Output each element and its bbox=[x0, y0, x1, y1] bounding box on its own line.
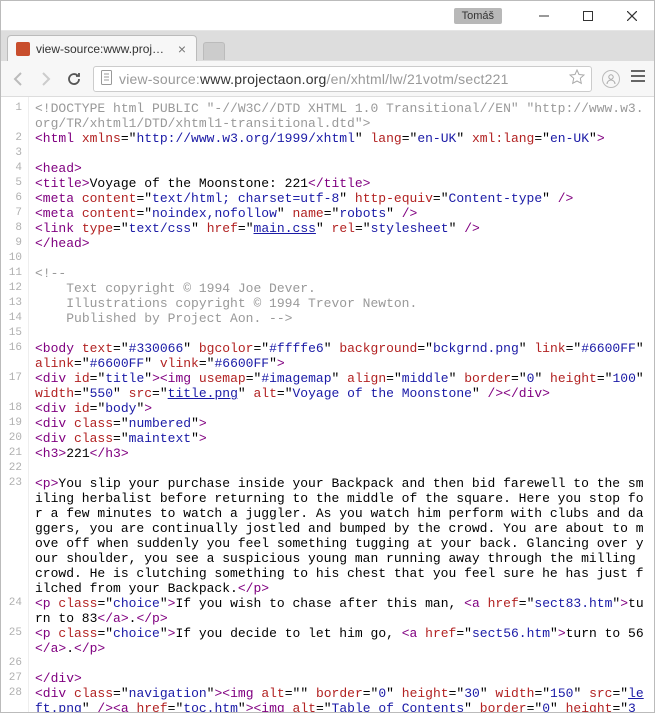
minimize-icon bbox=[539, 11, 549, 21]
line-number-gutter: 1234567891011121314151617181920212223242… bbox=[1, 97, 29, 712]
line-number: 12 bbox=[1, 281, 22, 296]
source-line[interactable]: <p class="choice">If you decide to let h… bbox=[35, 626, 648, 656]
line-number: 23 bbox=[1, 476, 22, 596]
source-line[interactable]: <div class="maintext"> bbox=[35, 431, 648, 446]
reload-button[interactable] bbox=[65, 70, 83, 88]
source-line[interactable] bbox=[35, 326, 648, 341]
line-number: 3 bbox=[1, 146, 22, 161]
tab-title: view-source:www.projecta bbox=[36, 42, 170, 56]
new-tab-button[interactable] bbox=[203, 42, 225, 60]
line-number: 5 bbox=[1, 176, 22, 191]
window-titlebar: Tomáš bbox=[1, 1, 654, 31]
tab-bar: view-source:www.projecta × bbox=[1, 31, 654, 61]
line-number: 6 bbox=[1, 191, 22, 206]
star-icon bbox=[569, 69, 585, 85]
line-number: 18 bbox=[1, 401, 22, 416]
user-icon bbox=[605, 73, 617, 85]
source-view[interactable]: 1234567891011121314151617181920212223242… bbox=[1, 97, 654, 712]
line-number: 2 bbox=[1, 131, 22, 146]
back-button[interactable] bbox=[9, 70, 27, 88]
source-line[interactable]: <body text="#330066" bgcolor="#ffffe6" b… bbox=[35, 341, 648, 371]
forward-icon bbox=[38, 71, 54, 87]
line-number: 21 bbox=[1, 446, 22, 461]
source-line[interactable]: </head> bbox=[35, 236, 648, 251]
maximize-icon bbox=[583, 11, 593, 21]
source-line[interactable]: <div id="body"> bbox=[35, 401, 648, 416]
toolbar: view-source:www.projectaon.org/en/xhtml/… bbox=[1, 61, 654, 97]
line-number: 1 bbox=[1, 101, 22, 131]
hamburger-icon bbox=[630, 69, 646, 83]
source-line[interactable]: <head> bbox=[35, 161, 648, 176]
source-line[interactable] bbox=[35, 461, 648, 476]
line-number: 28 bbox=[1, 686, 22, 712]
line-number: 8 bbox=[1, 221, 22, 236]
source-line[interactable]: <!DOCTYPE html PUBLIC "-//W3C//DTD XHTML… bbox=[35, 101, 648, 131]
browser-window: Tomáš view-source:www.projecta × bbox=[0, 0, 655, 713]
bookmark-button[interactable] bbox=[569, 69, 585, 88]
source-line[interactable] bbox=[35, 146, 648, 161]
source-line[interactable]: <p class="choice">If you wish to chase a… bbox=[35, 596, 648, 626]
line-number: 11 bbox=[1, 266, 22, 281]
source-line[interactable]: Illustrations copyright © 1994 Trevor Ne… bbox=[35, 296, 648, 311]
line-number: 26 bbox=[1, 656, 22, 671]
tab-close-button[interactable]: × bbox=[176, 41, 188, 57]
maximize-button[interactable] bbox=[566, 2, 610, 30]
line-number: 17 bbox=[1, 371, 22, 401]
line-number: 24 bbox=[1, 596, 22, 626]
reload-icon bbox=[66, 71, 82, 87]
line-number: 19 bbox=[1, 416, 22, 431]
line-number: 7 bbox=[1, 206, 22, 221]
line-number: 13 bbox=[1, 296, 22, 311]
address-bar[interactable]: view-source:www.projectaon.org/en/xhtml/… bbox=[93, 66, 592, 92]
source-line[interactable]: <meta content="noindex,nofollow" name="r… bbox=[35, 206, 648, 221]
source-line[interactable]: <link type="text/css" href="main.css" re… bbox=[35, 221, 648, 236]
line-number: 15 bbox=[1, 326, 22, 341]
source-line[interactable] bbox=[35, 251, 648, 266]
forward-button[interactable] bbox=[37, 70, 55, 88]
browser-tab[interactable]: view-source:www.projecta × bbox=[7, 35, 197, 61]
user-badge[interactable]: Tomáš bbox=[454, 8, 502, 24]
source-line[interactable] bbox=[35, 656, 648, 671]
close-button[interactable] bbox=[610, 2, 654, 30]
source-line[interactable]: <!-- bbox=[35, 266, 648, 281]
source-line[interactable]: Text copyright © 1994 Joe Dever. bbox=[35, 281, 648, 296]
source-line[interactable]: </div> bbox=[35, 671, 648, 686]
source-line[interactable]: <div id="title"><img usemap="#imagemap" … bbox=[35, 371, 648, 401]
menu-button[interactable] bbox=[630, 69, 646, 88]
source-line[interactable]: <div class="navigation"><img alt="" bord… bbox=[35, 686, 648, 712]
page-icon bbox=[100, 70, 113, 88]
source-line[interactable]: <meta content="text/html; charset=utf-8"… bbox=[35, 191, 648, 206]
minimize-button[interactable] bbox=[522, 2, 566, 30]
line-number: 22 bbox=[1, 461, 22, 476]
source-line[interactable]: <html xmlns="http://www.w3.org/1999/xhtm… bbox=[35, 131, 648, 146]
close-icon bbox=[627, 11, 637, 21]
line-number: 14 bbox=[1, 311, 22, 326]
source-line[interactable]: Published by Project Aon. --> bbox=[35, 311, 648, 326]
line-number: 27 bbox=[1, 671, 22, 686]
line-number: 16 bbox=[1, 341, 22, 371]
line-number: 4 bbox=[1, 161, 22, 176]
favicon-icon bbox=[16, 42, 30, 56]
source-code[interactable]: <!DOCTYPE html PUBLIC "-//W3C//DTD XHTML… bbox=[29, 97, 654, 712]
source-line[interactable]: <p>You slip your purchase inside your Ba… bbox=[35, 476, 648, 596]
source-line[interactable]: <title>Voyage of the Moonstone: 221</tit… bbox=[35, 176, 648, 191]
line-number: 20 bbox=[1, 431, 22, 446]
back-icon bbox=[10, 71, 26, 87]
profile-button[interactable] bbox=[602, 70, 620, 88]
line-number: 25 bbox=[1, 626, 22, 656]
url-text: view-source:www.projectaon.org/en/xhtml/… bbox=[119, 71, 509, 87]
line-number: 9 bbox=[1, 236, 22, 251]
source-line[interactable]: <div class="numbered"> bbox=[35, 416, 648, 431]
source-line[interactable]: <h3>221</h3> bbox=[35, 446, 648, 461]
line-number: 10 bbox=[1, 251, 22, 266]
